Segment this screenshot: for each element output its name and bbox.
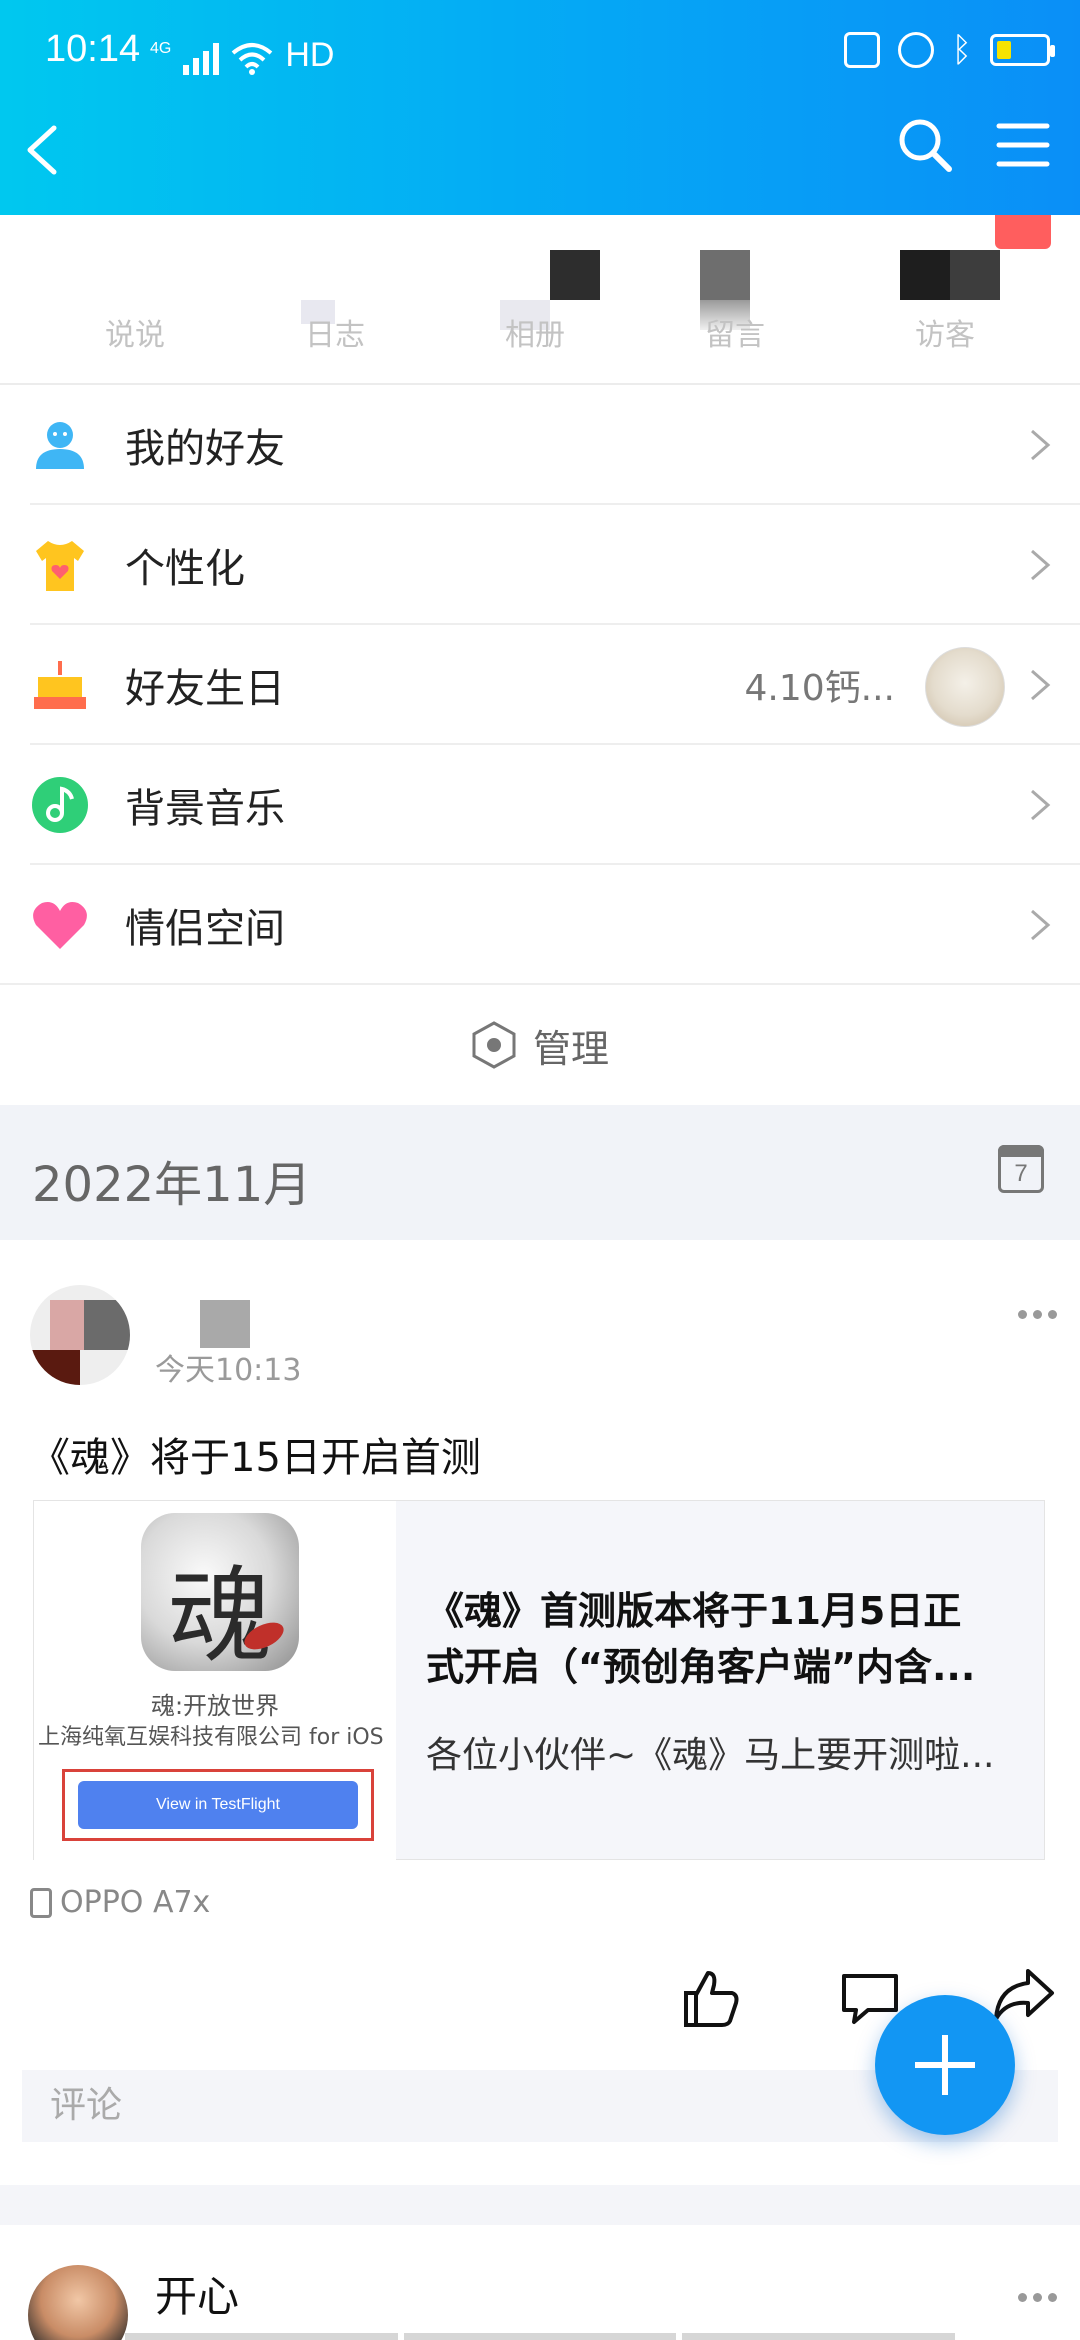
tab-blog[interactable]: 日志 xyxy=(235,215,435,385)
menu-item-birthdays[interactable]: 好友生日 4.10钙... xyxy=(0,625,1080,745)
app-icon: 魂 xyxy=(141,1513,299,1671)
back-button[interactable] xyxy=(22,120,62,180)
menu-item-background-music[interactable]: 背景音乐 xyxy=(0,745,1080,865)
chevron-right-icon xyxy=(1031,429,1051,461)
menu-list: 我的好友 个性化 好友生日 4.10钙... 背景音乐 情侣空间 xyxy=(0,385,1080,985)
tab-icon-placeholder xyxy=(550,250,600,300)
card-title-line1: 《魂》首测版本将于11月5日正 xyxy=(426,1589,962,1633)
chevron-right-icon xyxy=(1031,909,1051,941)
tshirt-icon xyxy=(36,541,84,591)
chevron-right-icon xyxy=(1031,789,1051,821)
tab-label: 访客 xyxy=(915,318,975,353)
network-type: 4G xyxy=(150,40,172,57)
share-icon[interactable] xyxy=(992,1965,1058,2025)
shared-link-card[interactable]: 魂 魂:开放世界 上海纯氧互娱科技有限公司 for iOS View in Te… xyxy=(33,1500,1045,1861)
card-description: 各位小伙伴~《魂》马上要开测啦... xyxy=(426,1735,995,1776)
thumb-app-name: 魂:开放世界 xyxy=(150,1692,280,1720)
status-bar: 10:14 4G HD ᛒ xyxy=(0,0,1080,105)
battery-icon xyxy=(990,34,1055,66)
feed-divider xyxy=(0,2185,1080,2225)
menu-item-label: 好友生日 xyxy=(125,666,285,712)
heart-icon xyxy=(33,902,87,949)
more-options-icon[interactable] xyxy=(1018,2293,1058,2305)
calendar-icon[interactable]: 7 xyxy=(998,1145,1044,1193)
loading-bars xyxy=(125,2333,956,2340)
username-placeholder xyxy=(200,1300,250,1348)
friend-avatar xyxy=(925,647,1005,727)
tab-album[interactable]: 相册 xyxy=(435,215,635,385)
music-note-icon xyxy=(32,777,88,833)
chevron-right-icon xyxy=(1031,549,1051,581)
menu-item-friends[interactable]: 我的好友 xyxy=(0,385,1080,505)
device-info: OPPO A7x xyxy=(30,1885,210,1920)
alarm-icon xyxy=(897,32,934,68)
tab-label: 日志 xyxy=(305,318,365,353)
avatar[interactable] xyxy=(30,1285,130,1385)
more-options-icon[interactable] xyxy=(1018,1310,1058,1322)
month-header: 2022年11月 7 xyxy=(0,1105,1080,1240)
tab-label: 说说 xyxy=(105,318,165,353)
menu-item-label: 个性化 xyxy=(125,546,245,592)
menu-item-label: 背景音乐 xyxy=(125,786,285,832)
menu-item-label: 情侣空间 xyxy=(125,906,285,952)
menu-button[interactable] xyxy=(995,120,1051,170)
device-name: OPPO A7x xyxy=(60,1885,211,1920)
post-time: 今天10:13 xyxy=(155,1353,302,1388)
birthday-cake-icon xyxy=(34,661,86,709)
hexagon-settings-icon xyxy=(472,1021,516,1069)
tab-label: 相册 xyxy=(505,318,565,353)
tab-icon-placeholder xyxy=(700,250,750,300)
add-post-button[interactable] xyxy=(875,1995,1015,2135)
status-time: 10:14 xyxy=(45,28,141,70)
like-icon[interactable] xyxy=(680,1967,742,2029)
bluetooth-icon: ᛒ xyxy=(951,30,972,70)
menu-item-personalize[interactable]: 个性化 xyxy=(0,505,1080,625)
chevron-right-icon xyxy=(1031,669,1051,701)
post-author[interactable]: 开心 xyxy=(155,2263,239,2324)
avatar[interactable] xyxy=(28,2265,128,2340)
status-right: ᛒ xyxy=(843,30,1055,70)
menu-item-label: 我的好友 xyxy=(125,426,285,472)
phone-icon xyxy=(30,1887,52,1918)
signal-icon xyxy=(183,41,220,75)
notification-badge xyxy=(995,215,1051,249)
card-thumbnail: 魂 魂:开放世界 上海纯氧互娱科技有限公司 for iOS View in Te… xyxy=(34,1501,396,1861)
manage-button[interactable]: 管理 xyxy=(0,985,1080,1105)
feed-post: 开心 昨天15:00 xyxy=(0,2225,1080,2340)
thumb-company: 上海纯氧互娱科技有限公司 for iOS xyxy=(38,1725,384,1750)
friend-icon xyxy=(36,422,84,469)
menu-item-couple-space[interactable]: 情侣空间 xyxy=(0,865,1080,985)
tab-icon-placeholder xyxy=(900,250,950,300)
wifi-icon xyxy=(232,43,273,75)
app-root: 10:14 4G HD ᛒ 说说 日志 相册 留言 访客 我的好友 个性化 好友… xyxy=(0,0,1080,2340)
manage-label: 管理 xyxy=(532,1026,609,1071)
header: 10:14 4G HD ᛒ xyxy=(0,0,1080,215)
calendar-day: 7 xyxy=(1014,1160,1028,1187)
tab-messages[interactable]: 留言 xyxy=(635,215,835,385)
month-label: 2022年11月 xyxy=(32,1157,312,1213)
post-text: 《魂》将于15日开启首测 xyxy=(30,1435,481,1481)
tab-icon-placeholder xyxy=(950,250,1000,300)
card-title-line2: 式开启（“预创角客户端”内含... xyxy=(426,1645,976,1689)
tab-label: 留言 xyxy=(705,318,765,353)
birthday-info: 4.10钙... xyxy=(744,668,896,709)
section-tabs: 说说 日志 相册 留言 访客 xyxy=(0,215,1080,385)
vibrate-icon xyxy=(843,32,880,68)
network-status: 4G HD xyxy=(150,36,334,75)
hd-label: HD xyxy=(285,36,335,74)
card-title: 《魂》首测版本将于11月5日正 式开启（“预创角客户端”内含... xyxy=(426,1583,1026,1695)
testflight-button: View in TestFlight xyxy=(78,1781,358,1829)
search-button[interactable] xyxy=(895,115,955,175)
tab-shuoshuo[interactable]: 说说 xyxy=(35,215,235,385)
